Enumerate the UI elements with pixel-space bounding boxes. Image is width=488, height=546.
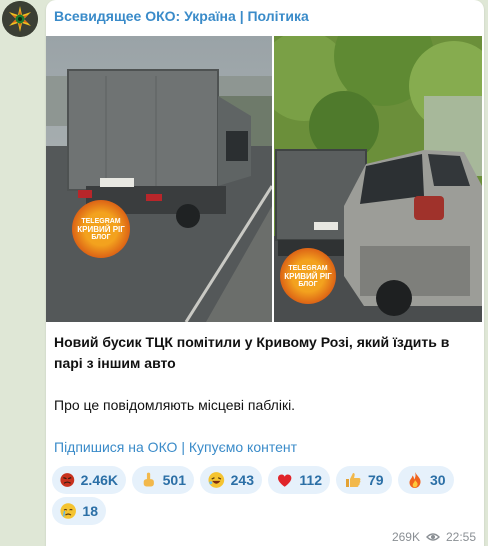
reaction-count: 79 xyxy=(368,472,384,488)
watermark-right: TELEGRAM КРИВИЙ РІГ БЛОГ xyxy=(280,248,336,304)
reaction-count: 2.46K xyxy=(80,472,118,488)
crying-face-icon xyxy=(60,503,76,519)
reaction-count: 30 xyxy=(430,472,446,488)
photo-left[interactable]: TELEGRAM КРИВИЙ РІГ БЛОГ xyxy=(46,36,272,322)
reaction-angry[interactable]: 2.46K xyxy=(52,466,126,494)
eye-logo-icon xyxy=(2,1,38,37)
reaction-heart[interactable]: 112 xyxy=(268,466,330,494)
view-count: 269K xyxy=(391,530,420,544)
message-text: Новий бусик ТЦК помітили у Кривому Розі,… xyxy=(54,332,478,416)
reaction-rofl[interactable]: 243 xyxy=(200,466,262,494)
reaction-thumbs-up[interactable]: 79 xyxy=(336,466,392,494)
links-separator: | xyxy=(177,439,189,455)
angry-face-icon xyxy=(60,473,75,487)
watermark-left: TELEGRAM КРИВИЙ РІГ БЛОГ xyxy=(72,200,130,258)
watermark-right-bottom: БЛОГ xyxy=(298,280,318,288)
reaction-count: 243 xyxy=(230,472,254,488)
message-body: Про це повідомляють місцеві паблікі. xyxy=(54,397,296,413)
message-bubble: Всевидящее ОКО: Україна | Політика TELEG… xyxy=(46,0,484,546)
watermark-left-top: TELEGRAM xyxy=(81,217,121,225)
message-links: Підпишися на ОКО | Купуємо контент xyxy=(54,439,297,455)
watermark-right-top: TELEGRAM xyxy=(288,264,328,272)
reaction-middle-finger[interactable]: 501 xyxy=(132,466,194,494)
reaction-count: 112 xyxy=(299,472,322,488)
fire-icon xyxy=(409,472,421,488)
photo-right[interactable]: TELEGRAM КРИВИЙ РІГ БЛОГ xyxy=(274,36,482,322)
reaction-fire[interactable]: 30 xyxy=(398,466,454,494)
message-time: 22:55 xyxy=(445,530,476,544)
channel-name[interactable]: Всевидящее ОКО: Україна | Політика xyxy=(54,8,309,24)
watermark-left-mid: КРИВИЙ РІГ xyxy=(77,224,125,234)
reaction-count: 501 xyxy=(162,472,186,488)
buy-content-link[interactable]: Купуємо контент xyxy=(189,439,297,455)
red-heart-icon xyxy=(278,474,292,487)
middle-finger-icon xyxy=(143,472,154,487)
reaction-crying[interactable]: 18 xyxy=(52,497,106,525)
channel-avatar[interactable] xyxy=(2,1,38,37)
subscribe-link[interactable]: Підпишися на ОКО xyxy=(54,439,177,455)
van-photo-left xyxy=(46,36,272,322)
message-headline: Новий бусик ТЦК помітили у Кривому Розі,… xyxy=(54,334,450,371)
message-meta: 269K 22:55 xyxy=(392,530,476,544)
watermark-right-mid: КРИВИЙ РІГ xyxy=(284,271,332,281)
rofl-face-icon xyxy=(208,472,225,488)
reaction-count: 18 xyxy=(82,503,98,519)
views-eye-icon xyxy=(425,533,440,541)
watermark-left-bottom: БЛОГ xyxy=(91,233,111,241)
thumbs-up-icon xyxy=(346,473,361,487)
